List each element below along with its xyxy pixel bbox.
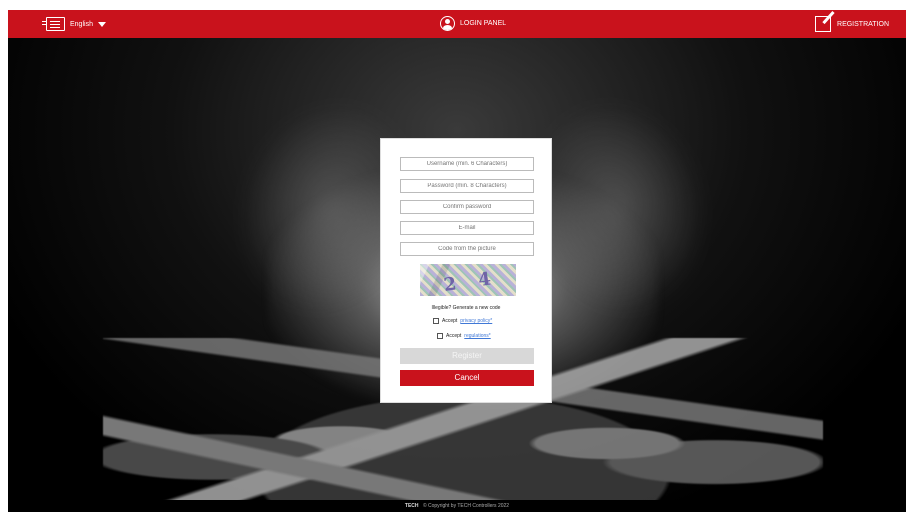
privacy-policy-link[interactable]: privacy policy* xyxy=(460,318,492,324)
captcha-text: 2 4 7 xyxy=(442,267,501,296)
regulations-checkbox[interactable] xyxy=(437,333,443,339)
registration-page: English LOGIN PANEL REGISTRATION 2 4 7 I… xyxy=(0,0,911,512)
confirm-password-field[interactable] xyxy=(400,200,534,214)
registration-link[interactable]: REGISTRATION xyxy=(815,16,889,32)
captcha-code-field[interactable] xyxy=(400,242,534,256)
register-button[interactable]: Register xyxy=(400,348,534,364)
footer: TECH © Copyright by TECH Controllers 202… xyxy=(8,500,906,512)
top-navigation-bar: English LOGIN PANEL REGISTRATION xyxy=(8,10,906,38)
accept-label: Accept xyxy=(442,318,458,324)
cancel-button[interactable]: Cancel xyxy=(400,370,534,386)
list-icon xyxy=(42,17,65,31)
email-field[interactable] xyxy=(400,221,534,235)
registration-label: REGISTRATION xyxy=(837,20,889,28)
generate-new-code-link[interactable]: Illegible? Generate a new code xyxy=(381,305,551,311)
username-field[interactable] xyxy=(400,157,534,171)
copyright-text: © Copyright by TECH Controllers 2022 xyxy=(422,503,510,509)
login-panel-link[interactable]: LOGIN PANEL xyxy=(440,16,506,31)
privacy-policy-checkbox-row: Accept privacy policy* xyxy=(433,318,492,324)
privacy-policy-checkbox[interactable] xyxy=(433,318,439,324)
language-selector[interactable]: English xyxy=(42,17,106,31)
language-label: English xyxy=(70,20,93,28)
user-circle-icon xyxy=(440,16,455,31)
edit-icon xyxy=(815,16,832,32)
password-field[interactable] xyxy=(400,179,534,193)
captcha-image: 2 4 7 xyxy=(420,264,516,296)
tech-logo-text: TECH xyxy=(404,503,419,509)
regulations-link[interactable]: regulations* xyxy=(464,333,490,339)
chevron-down-icon xyxy=(97,21,106,27)
regulations-checkbox-row: Accept regulations* xyxy=(437,333,491,339)
accept-label: Accept xyxy=(446,333,462,339)
login-panel-label: LOGIN PANEL xyxy=(460,20,507,27)
registration-form: 2 4 7 Illegible? Generate a new code Acc… xyxy=(380,138,552,403)
